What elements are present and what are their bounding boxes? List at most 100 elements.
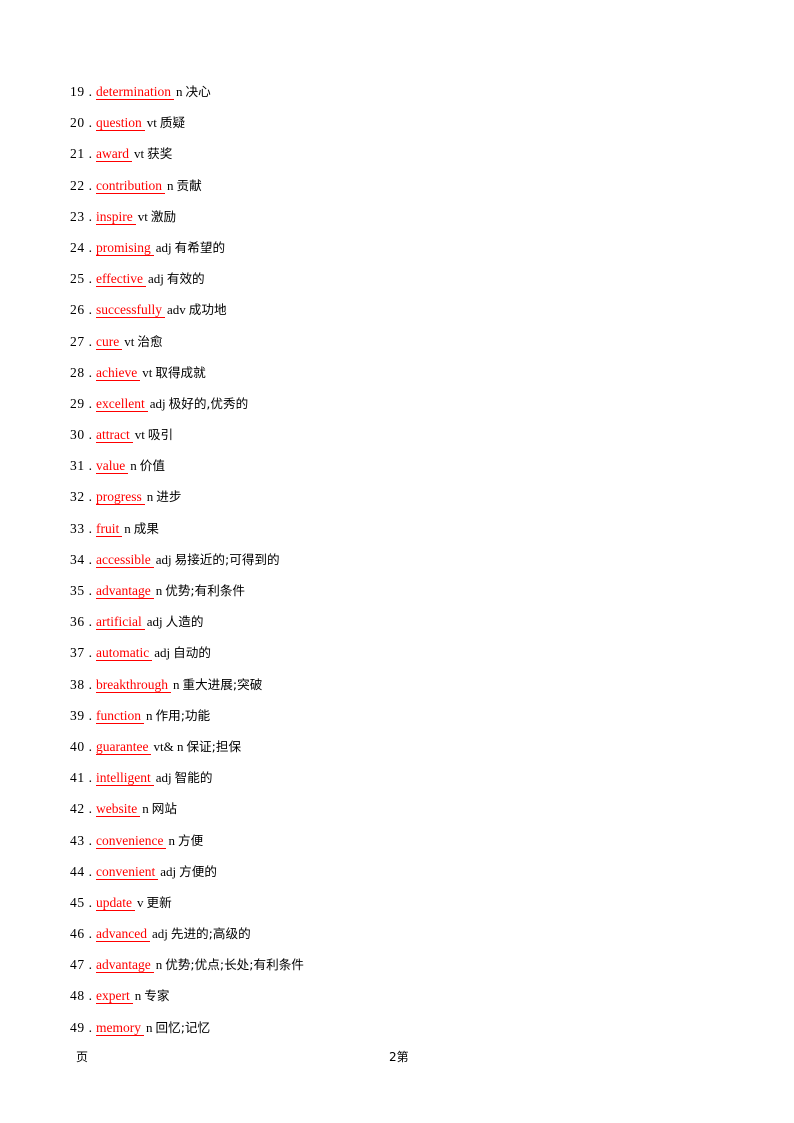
vocab-entry: 24 . promising adj 有希望的 xyxy=(70,238,730,269)
vocab-entry-number: 49 . xyxy=(70,1019,93,1035)
footer-page-suffix: 页 xyxy=(76,1050,89,1064)
vocab-entry-word: breakthrough xyxy=(96,676,171,693)
vocab-entry-definition: 专家 xyxy=(144,988,170,1004)
vocab-entry-number: 44 . xyxy=(70,863,93,879)
vocab-entry-word: effective xyxy=(96,271,146,288)
vocab-entry-part-of-speech: v xyxy=(137,894,144,910)
vocab-entry-number: 27 . xyxy=(70,333,93,349)
vocab-entry-number: 19 . xyxy=(70,84,93,99)
vocab-entry-definition: 质疑 xyxy=(159,115,186,131)
vocab-entry: 42 . website n 网站 xyxy=(70,799,730,830)
vocab-entry-number: 23 . xyxy=(70,208,93,224)
vocab-entry: 20 . question vt 质疑 xyxy=(70,113,730,144)
vocab-entry: 35 . advantage n 优势;有利条件 xyxy=(70,581,730,612)
vocab-entry-part-of-speech: vt xyxy=(133,146,145,162)
vocab-entry-definition: 先进的;高级的 xyxy=(170,926,251,942)
vocab-entry: 23 . inspire vt 激励 xyxy=(70,207,730,238)
vocab-entry: 45 . update v 更新 xyxy=(70,893,730,924)
vocab-entry-word: update xyxy=(96,894,135,911)
vocab-entry-word: attract xyxy=(96,427,133,444)
vocab-entry-word: progress xyxy=(96,489,145,506)
vocab-entry: 21 . award vt 获奖 xyxy=(70,144,730,175)
vocab-entry-definition: 极好的,优秀的 xyxy=(168,395,249,411)
vocab-entry-definition: 网站 xyxy=(151,801,177,817)
vocab-entry-number: 32 . xyxy=(70,489,93,505)
vocab-entry-word: guarantee xyxy=(96,738,152,755)
vocab-entry-number: 33 . xyxy=(70,520,93,536)
vocab-entry-number: 21 . xyxy=(70,146,93,162)
vocab-entry-definition: 决心 xyxy=(185,84,211,99)
vocab-entry-definition: 更新 xyxy=(146,894,172,910)
vocab-entry: 48 . expert n 专家 xyxy=(70,986,730,1017)
vocab-entry-word: inspire xyxy=(96,208,136,225)
vocab-entry-number: 30 . xyxy=(70,427,93,443)
vocab-entry-part-of-speech: adj xyxy=(147,271,164,287)
vocab-entry-word: convenient xyxy=(96,863,159,880)
vocab-entry-number: 28 . xyxy=(70,364,93,380)
vocab-entry-number: 31 . xyxy=(70,458,93,474)
vocab-entry-word: cure xyxy=(96,333,123,350)
vocab-entry-part-of-speech: vt xyxy=(146,115,157,131)
vocab-entry-word: promising xyxy=(96,239,154,256)
vocab-entry-word: memory xyxy=(96,1019,144,1036)
vocab-entry-number: 46 . xyxy=(70,926,93,942)
vocab-entry-part-of-speech: adj xyxy=(160,863,177,879)
vocab-entry-part-of-speech: adv xyxy=(166,302,186,318)
vocab-entry: 36 . artificial adj 人造的 xyxy=(70,612,730,643)
vocab-entry: 28 . achieve vt 取得成就 xyxy=(70,363,730,394)
vocab-entry: 32 . progress n 进步 xyxy=(70,487,730,518)
vocab-entry-word: website xyxy=(96,801,141,818)
vocabulary-list: 19 . determination n 决心 20 . question vt 质疑 21 .… xyxy=(70,82,730,1049)
vocab-entry-part-of-speech: adj xyxy=(146,614,163,630)
vocab-entry: 22 . contribution n 贡献 xyxy=(70,176,730,207)
vocab-entry-part-of-speech: n xyxy=(167,177,174,193)
vocab-entry-number: 35 . xyxy=(70,583,93,598)
vocab-entry-word: expert xyxy=(96,988,133,1005)
vocab-entry-definition: 回忆;记忆 xyxy=(155,1019,211,1035)
vocab-entry-definition: 成功地 xyxy=(188,302,227,318)
vocab-entry-word: advantage xyxy=(96,583,154,599)
vocab-entry-word: advanced xyxy=(96,926,150,943)
vocab-entry-word: contribution xyxy=(96,177,165,194)
vocab-entry-word: advantage xyxy=(96,957,154,974)
vocab-entry-definition: 保证;担保 xyxy=(186,738,242,754)
vocab-entry-number: 38 . xyxy=(70,676,93,692)
vocab-entry-number: 45 . xyxy=(70,894,93,910)
vocab-entry-part-of-speech: n xyxy=(155,957,163,973)
vocab-entry-part-of-speech: n xyxy=(134,988,142,1004)
vocab-entry-word: determination xyxy=(96,84,174,100)
vocab-entry-definition: 优势;优点;长处;有利条件 xyxy=(165,957,304,973)
vocab-entry-part-of-speech: adj xyxy=(151,926,168,942)
vocab-entry-word: convenience xyxy=(96,832,167,849)
vocab-entry-definition: 方便的 xyxy=(179,863,217,879)
vocab-entry: 33 . fruit n 成果 xyxy=(70,519,730,550)
page-footer: 页 2第 xyxy=(0,1048,794,1072)
vocab-entry-definition: 贡献 xyxy=(176,177,202,193)
vocab-entry: 31 . value n 价值 xyxy=(70,456,730,487)
vocab-entry: 26 . successfully adv 成功地 xyxy=(70,300,730,331)
vocab-entry-number: 24 . xyxy=(70,239,93,255)
vocab-entry-word: successfully xyxy=(96,302,165,319)
vocab-entry-number: 22 . xyxy=(70,177,93,193)
vocab-entry-definition: 有希望的 xyxy=(174,239,226,255)
vocab-entry-definition: 有效的 xyxy=(166,271,205,287)
vocab-entry-definition: 人造的 xyxy=(165,614,204,630)
vocab-entry-part-of-speech: vt xyxy=(142,364,153,380)
vocab-entry-definition: 智能的 xyxy=(174,770,213,786)
vocab-entry-word: accessible xyxy=(96,551,154,568)
vocab-entry-word: function xyxy=(96,707,144,724)
vocab-entry-definition: 激励 xyxy=(150,208,177,224)
vocab-entry-definition: 吸引 xyxy=(147,427,174,443)
vocab-entry-word: artificial xyxy=(96,614,145,631)
vocab-entry-number: 41 . xyxy=(70,770,93,786)
vocab-entry-definition: 重大进展;突破 xyxy=(182,676,263,692)
footer-page-number: 2第 xyxy=(389,1050,409,1064)
vocab-entry-part-of-speech: n xyxy=(124,520,131,536)
vocab-entry-number: 26 . xyxy=(70,302,93,318)
vocab-entry-number: 42 . xyxy=(70,801,93,817)
vocab-entry: 25 . effective adj 有效的 xyxy=(70,269,730,300)
vocab-entry-definition: 进步 xyxy=(156,489,182,505)
vocab-entry-part-of-speech: vt xyxy=(137,208,148,224)
vocab-entry-part-of-speech: vt xyxy=(134,427,145,443)
vocab-entry-part-of-speech: n xyxy=(146,707,153,723)
